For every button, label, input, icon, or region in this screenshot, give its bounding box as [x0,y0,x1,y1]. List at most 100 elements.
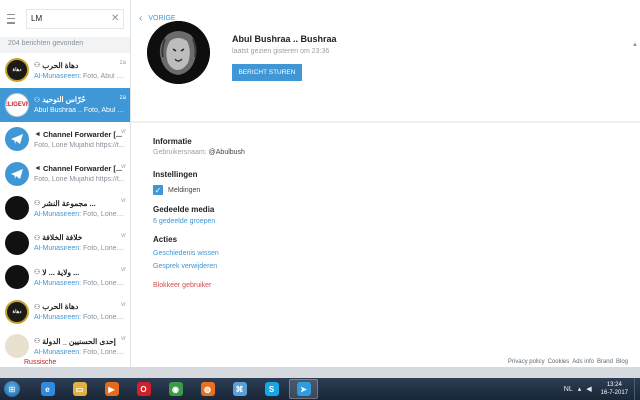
chat-list-item[interactable]: ⚇ مجموعة النشر ... Al-Munasireen: Foto, … [0,191,130,226]
actions-title: Acties [153,235,178,244]
profile-info: Abul Bushraa .. Bushraa laatst gezien gi… [232,34,337,81]
info-section: Informatie Gebruikersnaam: @Abulbush [153,137,640,156]
taskbar-button[interactable]: ◉ [161,379,190,399]
search-box[interactable]: ✕ [26,8,124,29]
username-value[interactable]: @Abulbush [209,149,245,156]
system-tray: NL ▴ ◀ 13:24 16-7-2017 [564,378,640,400]
chat-list-item[interactable]: دهاة ⚇ دهاة الحرب Al-Munasireen: Foto, A… [0,53,130,88]
tray-arrow-icon[interactable]: ▴ [578,385,582,393]
chat-avatar [5,196,29,221]
taskbar-button[interactable]: ◍ [193,379,222,399]
chat-list-item[interactable]: ◄ Channel Forwarder [... Foto, Lone Muja… [0,157,130,192]
chat-date: vr [121,301,126,308]
send-message-button[interactable]: BERICHT STUREN [232,64,302,81]
explorer-icon: ▭ [72,382,87,396]
shared-groups-link[interactable]: 6 gedeelde groepen [153,218,640,225]
chat-preview-text: Foto, Lone M... [83,348,125,356]
taskbar-button[interactable]: ➤ [289,379,318,399]
chat-date: vr [121,163,126,170]
scroll-up-arrow-icon[interactable]: ▲ [632,42,638,50]
ie-icon: e [40,382,55,396]
chat-avatar: دهاة [5,299,29,324]
chat-date: vr [121,129,126,135]
chat-preview-text: Foto, Abul Bushraa ... [83,72,125,80]
chat-list-item[interactable]: ⚇ خلافة الخلافة Al-Munasireen: Foto, Lon… [0,226,130,261]
profile-pane: ‹ VORIGE ▲ Abul Bushraa .. Bushraa laats… [131,0,640,367]
hamburger-menu-icon[interactable] [6,13,16,25]
username-label: Gebruikersnaam: [153,149,207,156]
block-user-link[interactable]: Blokkeer gebruiker [153,282,640,289]
clock[interactable]: 13:24 16-7-2017 [601,381,628,397]
checkbox-checked-icon[interactable]: ✓ [153,185,163,195]
chat-preview-text: Foto, Abul Bushraa... [83,107,125,115]
footer-links: Privacy policy Cookies Ads info Brand Blog [508,358,628,367]
chat-list-item[interactable]: دهاة ⚇ دهاة الحرب Al-Munasireen: Foto, L… [0,295,130,330]
chat-preview: Al-Munasireen: Foto, Lone M... [34,211,125,218]
channel-megaphone-icon: ◄ [34,130,41,138]
chat-list-pane: ✕ 204 berichten gevonden دهاة ⚇ دهاة الح… [0,0,131,367]
chat-title-line: ⚇ دهاة الحرب [34,302,125,311]
back-button[interactable]: ‹ VORIGE [131,0,640,37]
settings-title: Instellingen [153,170,198,179]
background-strip [0,367,640,378]
search-input[interactable] [31,14,111,23]
group-people-icon: ⚇ [34,96,41,104]
windows-logo-icon: ⊞ [4,381,20,397]
chat-text: ⚇ حُرّاس التوحيد Abul Bushraa .. Foto, A… [34,95,125,114]
chat-preview: Foto, Lone Mujahid https://t... [34,176,125,183]
taskbar-button[interactable]: ⌘ [225,379,254,399]
delete-chat-link[interactable]: Gesprek verwijderen [153,263,640,270]
actions-section: Acties Geschiedenis wissen Gesprek verwi… [153,235,640,289]
clear-history-link[interactable]: Geschiedenis wissen [153,250,640,257]
start-button[interactable]: ⊞ [0,378,24,400]
footer-link[interactable]: Privacy policy [508,358,545,367]
profile-details: Informatie Gebruikersnaam: @Abulbush Ins… [131,123,640,289]
chat-preview-text: Foto, Lone Mujahid https://t... [34,176,125,184]
taskbar-button[interactable]: S [257,379,286,399]
chat-date: za [119,94,126,101]
chat-list-item[interactable]: ◄ Channel Forwarder [... Foto, Lone Muja… [0,122,130,157]
chat-text: ◄ Channel Forwarder [... Foto, Lone Muja… [34,130,125,149]
windows-taskbar: ⊞ e ▭ ▶ O ◉ ◍ ⌘ S ➤ NL ▴ ◀ 13:24 16-7-2017 [0,378,640,400]
group-people-icon: ⚇ [34,338,41,346]
opera-icon: O [136,382,151,396]
chat-list-item[interactable]: ⚇ ولاية ... لا ... Al-Munasireen: Foto, … [0,260,130,295]
language-indicator[interactable]: NL [564,386,573,393]
taskbar-button[interactable]: O [129,379,158,399]
chat-date: vr [121,232,126,239]
chat-preview-sender: Al-Munasireen: [34,72,82,80]
chat-title: خلافة الخلافة [42,233,83,243]
chat-preview-text: Foto, Lone Mujahid https://t... [34,141,125,149]
footer-link[interactable]: Brand [597,358,613,367]
taskbar-button[interactable]: e [33,379,62,399]
taskbar-button[interactable]: ▭ [65,379,94,399]
notifications-toggle[interactable]: ✓ Meldingen [153,185,640,195]
chat-avatar [5,265,29,290]
chat-preview-text: Foto, Lone M... [83,279,125,287]
footer-link[interactable]: Cookies [548,358,570,367]
profile-name: Abul Bushraa .. Bushraa [232,34,337,44]
profile-avatar[interactable] [147,21,210,84]
notifications-label: Meldingen [168,186,201,194]
chat-list: دهاة ⚇ دهاة الحرب Al-Munasireen: Foto, A… [0,53,130,367]
footer-link[interactable]: Blog [616,358,628,367]
group-people-icon: ⚇ [34,303,41,311]
footer-link[interactable]: Ads info [572,358,594,367]
chat-title: Channel Forwarder [... [42,129,123,139]
profile-header: Abul Bushraa .. Bushraa laatst gezien gi… [131,21,640,115]
chat-list-item[interactable]: ELIGEVR ⚇ حُرّاس التوحيد Abul Bushraa ..… [0,87,130,122]
volume-icon[interactable]: ◀ [586,385,591,393]
search-bar: ✕ [0,0,130,37]
clock-date: 16-7-2017 [600,390,628,396]
chat-title-line: ⚇ إحدى الحسنيين _ الدولة [34,337,125,346]
chat-text: ⚇ إحدى الحسنيين _ الدولة Al-Munasireen: … [34,337,125,356]
telegram-logo-icon [5,161,29,186]
clear-search-icon[interactable]: ✕ [111,13,119,24]
chat-text: ◄ Channel Forwarder [... Foto, Lone Muja… [34,164,125,183]
chat-title-line: ⚇ ولاية ... لا ... [34,268,125,277]
chrome-icon: ◉ [168,382,183,396]
show-desktop-button[interactable] [634,378,640,400]
taskbar-button[interactable]: ▶ [97,379,126,399]
avatar-label: دهاة [12,67,22,74]
chat-text: ⚇ خلافة الخلافة Al-Munasireen: Foto, Lon… [34,233,125,252]
